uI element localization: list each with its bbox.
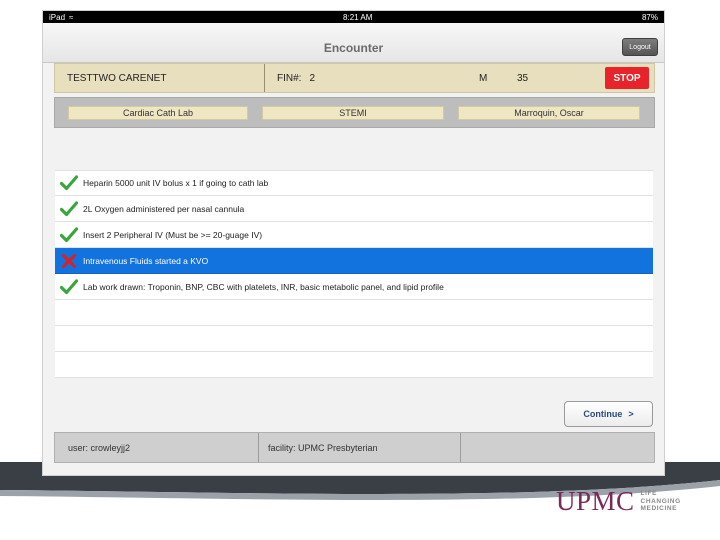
checkmark-icon [55, 226, 83, 243]
tagline-line: CHANGING [640, 497, 681, 505]
battery-level: 87% [641, 12, 658, 22]
footer-bar: user: crowleyjj2 facility: UPMC Presbyte… [54, 432, 655, 463]
divider [258, 433, 259, 462]
logo-tagline: LIFE CHANGING MEDICINE [641, 490, 681, 513]
tagline-line: MEDICINE [640, 505, 678, 513]
divider [460, 433, 461, 462]
continue-button[interactable]: Continue > [564, 401, 653, 427]
current-facility: facility: UPMC Presbyterian [268, 442, 378, 453]
checkmark-icon [55, 278, 83, 295]
slide: iPad ≈ 8:21 AM 87% Encounter Logout TEST… [0, 0, 720, 540]
empty-row [55, 326, 653, 352]
location-chip: Cardiac Cath Lab [68, 106, 248, 120]
patient-name: TESTTWO CARENET [67, 72, 167, 84]
wifi-icon: ≈ [69, 12, 74, 22]
checklist-item[interactable]: 2L Oxygen administered per nasal cannula [55, 196, 653, 222]
patient-sex: M [479, 72, 488, 84]
logo-wordmark: UPMC [556, 486, 635, 516]
checklist: Heparin 5000 unit IV bolus x 1 if going … [55, 170, 653, 378]
device-label: iPad [49, 12, 66, 22]
empty-row [55, 352, 653, 378]
status-bar: iPad ≈ 8:21 AM 87% [43, 11, 664, 23]
checklist-item-label: Lab work drawn: Troponin, BNP, CBC with … [83, 281, 444, 292]
condition-chip: STEMI [262, 106, 444, 120]
stop-button[interactable]: STOP [605, 67, 649, 89]
ipad-screen: iPad ≈ 8:21 AM 87% Encounter Logout TEST… [42, 10, 665, 476]
physician-chip: Marroquin, Oscar [458, 106, 640, 120]
patient-age: 35 [517, 72, 529, 84]
encounter-info-bar: Cardiac Cath Lab STEMI Marroquin, Oscar [54, 97, 655, 128]
fin-value: 2 [309, 72, 316, 84]
fin-label: FIN#: [277, 72, 302, 84]
checkmark-icon [55, 200, 83, 217]
clock: 8:21 AM [343, 12, 373, 22]
chevron-right-icon: > [628, 409, 634, 419]
checklist-item-selected[interactable]: Intravenous Fluids started a KVO [55, 248, 653, 274]
patient-banner: TESTTWO CARENET FIN#: 2 M 35 STOP [54, 63, 655, 93]
fin-number: FIN#: 2 [277, 64, 315, 92]
continue-label: Continue [583, 409, 623, 419]
checklist-item-label: 2L Oxygen administered per nasal cannula [83, 203, 245, 214]
checklist-item[interactable]: Heparin 5000 unit IV bolus x 1 if going … [55, 170, 653, 196]
cross-icon [55, 253, 83, 269]
checklist-item[interactable]: Insert 2 Peripheral IV (Must be >= 20-gu… [55, 222, 653, 248]
page-title: Encounter [323, 41, 384, 55]
upmc-logo: UPMC LIFE CHANGING MEDICINE [556, 486, 681, 517]
divider [264, 64, 265, 92]
logout-button[interactable]: Logout [622, 38, 658, 56]
tagline-line: LIFE [640, 490, 658, 498]
checklist-item-label: Insert 2 Peripheral IV (Must be >= 20-gu… [83, 229, 263, 240]
current-user: user: crowleyjj2 [68, 442, 131, 453]
nav-bar: Encounter Logout [43, 23, 664, 63]
checklist-item-label: Heparin 5000 unit IV bolus x 1 if going … [83, 178, 269, 188]
checklist-item[interactable]: Lab work drawn: Troponin, BNP, CBC with … [55, 274, 653, 300]
checkmark-icon [55, 175, 83, 191]
empty-row [55, 300, 653, 326]
checklist-item-label: Intravenous Fluids started a KVO [83, 255, 209, 266]
